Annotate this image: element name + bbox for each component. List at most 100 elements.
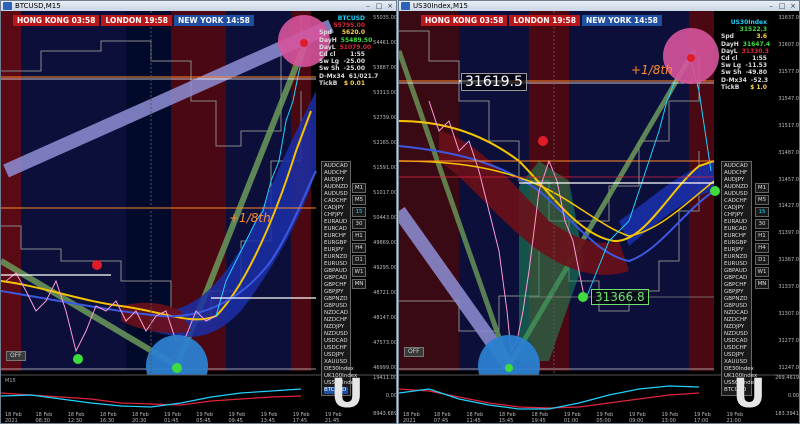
- time-tick: 19 Feb 21:45: [324, 412, 342, 424]
- symbol-item[interactable]: EURCAD: [324, 226, 348, 233]
- symbol-item[interactable]: GBPCAD: [724, 275, 749, 282]
- price-chart[interactable]: HONG KONG 03:58 LONDON 19:58 NEW YORK 14…: [1, 11, 397, 424]
- symbol-item[interactable]: AUDUSD: [724, 191, 749, 198]
- symbol-item[interactable]: GBPAUD: [724, 268, 749, 275]
- symbol-item[interactable]: NZDJPY: [724, 324, 749, 331]
- symbol-item[interactable]: CADJPY: [724, 205, 749, 212]
- indicator-tick: 0.00: [787, 393, 799, 399]
- symbol-item[interactable]: NZDCAD: [324, 310, 348, 317]
- session-london: LONDON 19:58: [101, 15, 172, 26]
- symbol-item[interactable]: NZDUSD: [324, 331, 348, 338]
- session-clocks: HONG KONG 03:58 LONDON 19:58 NEW YORK 14…: [13, 15, 254, 26]
- symbol-item[interactable]: EURJPY: [324, 247, 348, 254]
- symbol-item[interactable]: AUDCHF: [324, 170, 348, 177]
- minimize-icon[interactable]: –: [767, 2, 775, 10]
- time-tick: 18 Feb 15:45: [498, 412, 516, 424]
- symbol-item[interactable]: GBPUSD: [324, 303, 348, 310]
- symbol-item[interactable]: EURGBP: [724, 240, 749, 247]
- symbol-item[interactable]: USDCHF: [724, 345, 749, 352]
- symbol-item[interactable]: CHFJPY: [324, 212, 348, 219]
- us30index-chart-window[interactable]: US30Index,M15 – □ × HONG KONG 03:58 LOND…: [398, 0, 800, 424]
- symbol-item[interactable]: NZDCAD: [724, 310, 749, 317]
- window-titlebar[interactable]: US30Index,M15 – □ ×: [399, 1, 799, 11]
- price-label-high: 31619.5: [461, 73, 527, 91]
- price-tick: 31607.0: [778, 41, 799, 48]
- symbol-item[interactable]: AUDNZD: [324, 184, 348, 191]
- time-tick: 19 Feb 05:45: [196, 412, 214, 424]
- symbol-item[interactable]: GBPCHF: [724, 282, 749, 289]
- window-title: US30Index,M15: [413, 2, 468, 10]
- symbol-item[interactable]: EURNZD: [724, 254, 749, 261]
- price-tick: 49869.00: [373, 240, 397, 246]
- price-tick: 31487.0: [778, 149, 799, 156]
- symbol-item[interactable]: GBPUSD: [724, 303, 749, 310]
- time-tick: 18 Feb 2021: [5, 412, 22, 424]
- symbol-item[interactable]: CADCHF: [324, 198, 348, 205]
- window-title: BTCUSD,M15: [15, 2, 61, 10]
- symbol-item[interactable]: CHFJPY: [724, 212, 749, 219]
- maximize-icon[interactable]: □: [778, 2, 786, 10]
- symbol-item[interactable]: GBPAUD: [324, 268, 348, 275]
- off-button[interactable]: OFF: [6, 351, 26, 361]
- symbol-list[interactable]: AUDCAD AUDCHF AUDJPY AUDNZD AUDUSD CADCHF CADJ…: [721, 161, 757, 396]
- symbol-item[interactable]: XAUUSD: [324, 359, 348, 366]
- symbol-item[interactable]: EURAUD: [324, 219, 348, 226]
- time-tick: 18 Feb 16:30: [99, 412, 117, 424]
- symbol-item[interactable]: EURCHF: [324, 233, 348, 240]
- symbol-item[interactable]: AUDJPY: [724, 177, 749, 184]
- symbol-item[interactable]: EURNZD: [324, 254, 348, 261]
- symbol-item[interactable]: GBPCAD: [324, 275, 348, 282]
- symbol-item[interactable]: GBPJPY: [724, 289, 749, 296]
- info-panel: BTCUSD 55795.00 Spd 5620.0 DayH 55489.50 D…: [319, 15, 378, 87]
- symbol-item[interactable]: NZDCHF: [324, 317, 348, 324]
- symbol-item[interactable]: GBPNZD: [724, 296, 749, 303]
- symbol-item[interactable]: EURJPY: [724, 247, 749, 254]
- off-button[interactable]: OFF: [404, 347, 424, 357]
- symbol-item[interactable]: AUDJPY: [324, 177, 348, 184]
- symbol-item[interactable]: EURCHF: [724, 233, 749, 240]
- btcusd-chart-window[interactable]: BTCUSD,M15 – □ × HONG KONG 03:58 LONDON …: [0, 0, 397, 424]
- eighth-label: +1/8th: [631, 63, 673, 77]
- symbol-item[interactable]: EURUSD: [324, 261, 348, 268]
- minimize-icon[interactable]: –: [364, 2, 372, 10]
- close-icon[interactable]: ×: [386, 2, 394, 10]
- symbol-item[interactable]: NZDJPY: [324, 324, 348, 331]
- symbol-item[interactable]: USDCAD: [324, 338, 348, 345]
- symbol-item[interactable]: EURAUD: [724, 219, 749, 226]
- symbol-item[interactable]: NZDUSD: [724, 331, 749, 338]
- time-tick: 18 Feb 12:30: [67, 412, 85, 424]
- time-tick: 19 Feb 17:00: [693, 412, 711, 424]
- time-tick: 18 Feb 07:45: [433, 412, 451, 424]
- price-tick: 31397.0: [778, 230, 799, 237]
- symbol-item[interactable]: CADCHF: [724, 198, 749, 205]
- close-icon[interactable]: ×: [789, 2, 797, 10]
- time-tick: 19 Feb 13:45: [260, 412, 278, 424]
- symbol-item[interactable]: EURGBP: [324, 240, 348, 247]
- symbol-item[interactable]: NZDCHF: [724, 317, 749, 324]
- time-tick: 18 Feb 20:30: [131, 412, 149, 424]
- symbol-item[interactable]: GBPNZD: [324, 296, 348, 303]
- price-tick: 31427.0: [778, 203, 799, 210]
- symbol-item[interactable]: GBPJPY: [324, 289, 348, 296]
- info-label: D-Mx34: [721, 76, 747, 84]
- price-chart[interactable]: HONG KONG 03:58 LONDON 19:58 NEW YORK 14…: [399, 11, 799, 424]
- price-tick: 49295.00: [373, 265, 397, 271]
- symbol-item[interactable]: USDJPY: [724, 352, 749, 359]
- symbol-item[interactable]: EURCAD: [724, 226, 749, 233]
- symbol-item[interactable]: AUDCAD: [324, 163, 348, 170]
- symbol-item[interactable]: USDCAD: [724, 338, 749, 345]
- symbol-item[interactable]: CADJPY: [324, 205, 348, 212]
- symbol-item[interactable]: EURUSD: [724, 261, 749, 268]
- window-titlebar[interactable]: BTCUSD,M15 – □ ×: [1, 1, 396, 11]
- symbol-item[interactable]: AUDUSD: [324, 191, 348, 198]
- symbol-item[interactable]: AUDCAD: [724, 163, 749, 170]
- maximize-icon[interactable]: □: [375, 2, 383, 10]
- symbol-item[interactable]: USDJPY: [324, 352, 348, 359]
- symbol-item[interactable]: USDCHF: [324, 345, 348, 352]
- symbol-item[interactable]: AUDNZD: [724, 184, 749, 191]
- symbol-item[interactable]: XAUUSD: [724, 359, 749, 366]
- symbol-item[interactable]: GBPCHF: [324, 282, 348, 289]
- time-axis: 18 Feb 2021 18 Feb 07:45 18 Feb 11:45 18 Fe…: [403, 412, 759, 424]
- symbol-list[interactable]: AUDCAD AUDCHF AUDJPY AUDNZD AUDUSD CADCHF CADJ…: [321, 161, 357, 396]
- symbol-item[interactable]: AUDCHF: [724, 170, 749, 177]
